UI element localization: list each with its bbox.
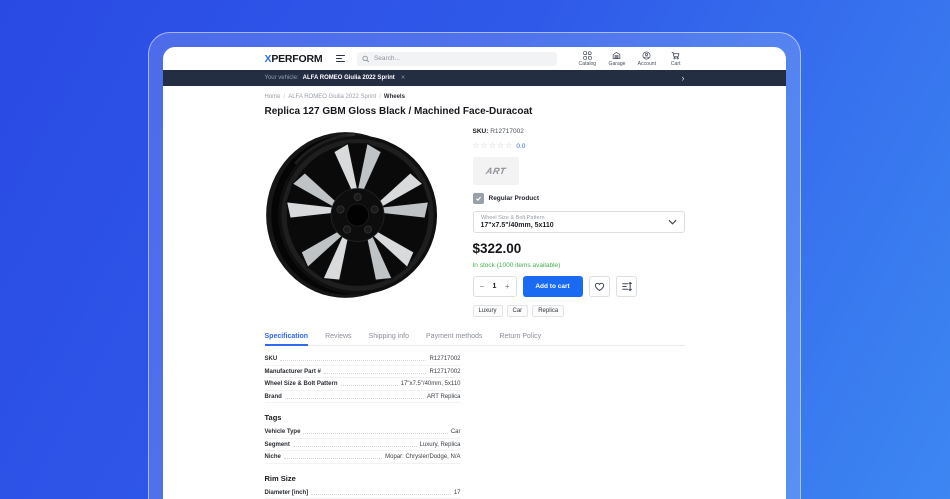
product-area: SKU: R12717002 ☆☆☆☆☆ 0.0 ART Regular Pro…	[265, 121, 685, 317]
heart-icon	[594, 282, 604, 292]
logo-text: PERFORM	[271, 52, 323, 65]
wheel-size-select[interactable]: Wheel Size & Bolt Pattern 17"x7.5"/40mm,…	[472, 211, 685, 233]
breadcrumb: Home ALFA ROMEO Giulia 2022 Sprint Wheel…	[265, 94, 685, 100]
page-title: Replica 127 GBM Gloss Black / Machined F…	[264, 106, 533, 117]
quantity-stepper: − 1 +	[472, 276, 517, 297]
spec-row: SKU R12717002	[264, 353, 461, 366]
spec-row: Diameter [inch] 17	[264, 487, 461, 499]
search-bar[interactable]	[357, 51, 558, 66]
add-to-cart-button[interactable]: Add to cart	[522, 276, 583, 297]
tab-payment-methods[interactable]: Payment methods	[426, 330, 482, 345]
brand-logo[interactable]: ART	[472, 157, 519, 185]
spec-row: Brand ART Replica	[264, 391, 461, 403]
header-nav: Catalog Garage Account Cart	[577, 50, 685, 67]
remove-vehicle-icon[interactable]: ✕	[401, 75, 406, 81]
vehicle-name[interactable]: ALFA ROMEO Giulia 2022 Sprint	[303, 75, 395, 81]
section-heading-tags: Tags	[264, 413, 282, 422]
rating-row: ☆☆☆☆☆ 0.0	[473, 142, 685, 150]
regular-product-row: Regular Product	[472, 193, 685, 204]
checkbox-checked-icon[interactable]	[472, 193, 484, 204]
account-icon	[642, 51, 651, 60]
wheel-image	[265, 132, 437, 298]
nav-catalog[interactable]: Catalog	[577, 50, 598, 67]
tag-car[interactable]: Car	[506, 305, 529, 317]
specification-table: SKU R12717002 Manufacturer Part # R1271700…	[264, 353, 461, 499]
sku-label: SKU:	[472, 128, 489, 135]
nav-cart-label: Cart	[670, 60, 681, 67]
tab-reviews[interactable]: Reviews	[325, 330, 351, 345]
nav-catalog-label: Catalog	[578, 60, 597, 67]
select-label: Wheel Size & Bolt Pattern	[480, 215, 545, 221]
section-heading-rim-size: Rim Size	[264, 473, 296, 483]
quantity-decrease-button[interactable]: −	[480, 282, 485, 291]
stock-status: In stock (1000 items available)	[472, 262, 561, 269]
rating-value[interactable]: 0.0	[516, 143, 525, 150]
logo[interactable]: XPERFORM	[265, 53, 323, 65]
sku-line: SKU: R12717002	[473, 128, 685, 135]
regular-product-label: Regular Product	[488, 195, 540, 202]
breadcrumb-home[interactable]: Home	[265, 94, 281, 100]
tag-replica[interactable]: Replica	[532, 305, 565, 317]
product-info: SKU: R12717002 ☆☆☆☆☆ 0.0 ART Regular Pro…	[472, 121, 685, 317]
tab-return-policy[interactable]: Return Policy	[499, 330, 541, 345]
tab-shipping-info[interactable]: Shipping info	[369, 330, 409, 345]
app-header: XPERFORM Catalog Garage	[163, 47, 786, 70]
garage-icon	[612, 51, 621, 60]
quantity-value: 1	[492, 283, 497, 290]
star-rating-icons: ☆☆☆☆☆	[472, 141, 514, 150]
nav-account-label: Account	[637, 60, 656, 67]
spec-row: Wheel Size & Bolt Pattern 17"x7.5"/40mm, …	[264, 378, 461, 391]
chevron-down-icon	[667, 219, 677, 225]
search-input[interactable]	[373, 55, 553, 62]
nav-garage[interactable]: Garage	[607, 51, 627, 67]
select-value: 17"x7.5"/40mm, 5x110	[480, 222, 554, 229]
tag-list: Luxury Car Replica	[472, 305, 685, 317]
brand-logo-text: ART	[484, 166, 507, 176]
search-icon	[362, 55, 370, 62]
sku-value: R12717002	[490, 128, 524, 135]
storefront-window: XPERFORM Catalog Garage	[163, 47, 786, 499]
nav-cart[interactable]: Cart	[667, 51, 685, 67]
tab-specification[interactable]: Specification	[264, 330, 309, 346]
vehicle-bar-prefix: Your vehicle:	[264, 75, 299, 81]
menu-icon[interactable]	[336, 54, 346, 63]
compare-icon	[621, 281, 632, 292]
breadcrumb-vehicle[interactable]: ALFA ROMEO Giulia 2022 Sprint	[288, 94, 376, 100]
nav-account[interactable]: Account	[636, 51, 658, 67]
price: $322.00	[472, 241, 522, 256]
quantity-increase-button[interactable]: +	[505, 282, 510, 291]
compare-button[interactable]	[615, 276, 637, 297]
tag-luxury[interactable]: Luxury	[472, 305, 503, 317]
wishlist-button[interactable]	[588, 276, 610, 297]
nav-garage-label: Garage	[608, 60, 626, 67]
vehicle-bar: Your vehicle: ALFA ROMEO Giulia 2022 Spr…	[163, 70, 786, 86]
tab-bar: Specification Reviews Shipping info Paym…	[264, 330, 685, 346]
breadcrumb-current: Wheels	[383, 94, 405, 100]
spec-row: Vehicle Type Car	[264, 426, 461, 439]
spec-row: Segment Luxury, Replica	[264, 439, 461, 451]
spec-row: Manufacturer Part # R12717002	[264, 366, 461, 378]
purchase-controls: − 1 + Add to cart	[472, 276, 685, 297]
product-image[interactable]	[265, 121, 461, 317]
chevron-right-icon[interactable]: ›	[682, 73, 685, 83]
catalog-grid-icon	[583, 50, 592, 60]
cart-icon	[671, 51, 680, 60]
spec-row: Niche Mopar: Chrysler/Dodge, N/A	[264, 451, 461, 464]
